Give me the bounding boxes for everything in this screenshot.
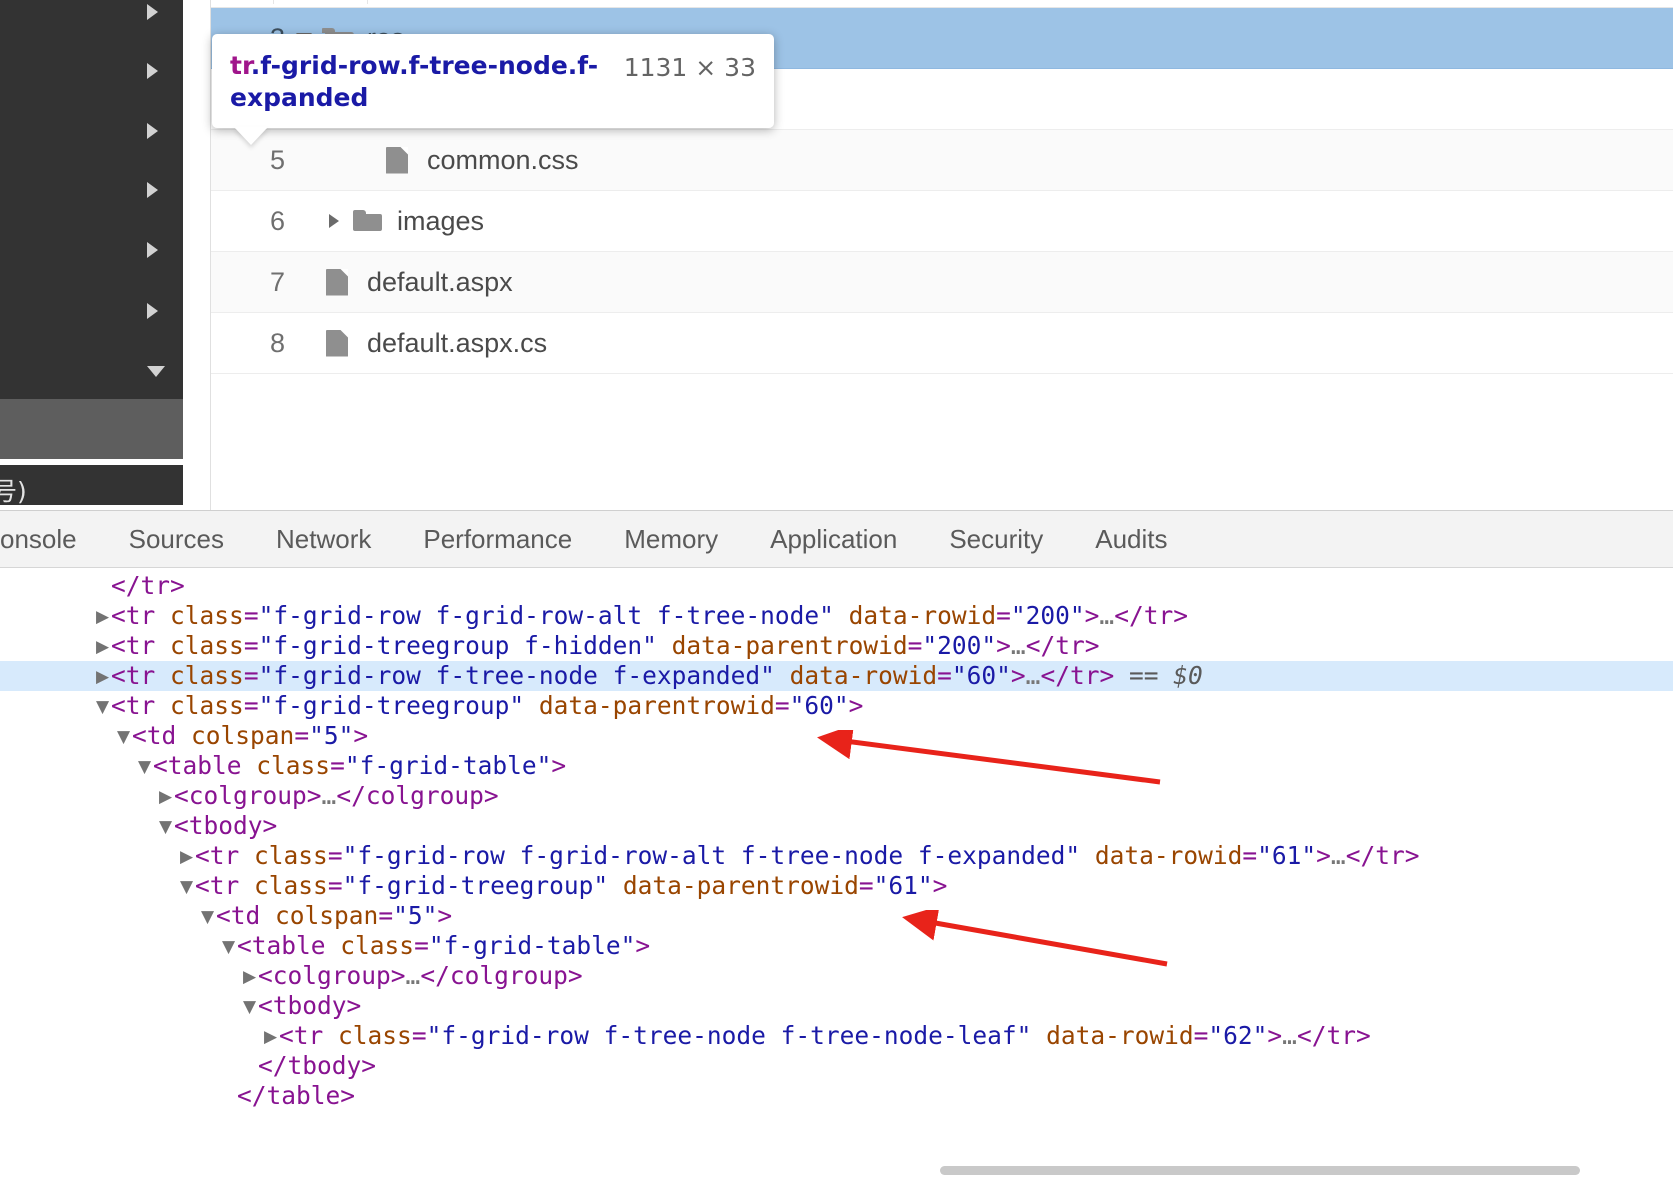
dom-line-twisty[interactable]: ▶ [94,632,111,662]
dom-tree-line[interactable]: </tr> [0,571,1673,601]
sidebar-collapse-arrow-1[interactable] [147,4,169,26]
table-row[interactable]: 6 images [211,191,1673,252]
row-label: images [397,205,485,236]
table-row[interactable]: 8 default.aspx.cs [211,313,1673,374]
sidebar-highlight-band [0,399,183,459]
grid-partial-cell [273,0,368,4]
file-icon [319,265,355,299]
dom-line-twisty[interactable]: ▼ [157,812,174,842]
dom-tree-line[interactable]: ▼<table class="f-grid-table"> [0,751,1673,781]
chevron-right-icon [147,123,158,139]
dom-line-twisty[interactable]: ▶ [94,602,111,632]
tab-performance[interactable]: Performance [397,511,598,568]
chevron-right-icon [329,214,339,228]
dom-tree-line[interactable]: ▶<tr class="f-grid-row f-tree-node f-tre… [0,1021,1673,1051]
devtools-tab-bar: onsole Sources Network Performance Memor… [0,511,1673,568]
dom-line-twisty[interactable]: ▼ [241,992,258,1022]
dom-line-twisty[interactable]: ▶ [241,962,258,992]
tab-console[interactable]: onsole [0,511,103,568]
grid-top-partial-row [211,0,1673,8]
row-number: 8 [269,327,285,358]
dom-line-twisty[interactable]: ▼ [199,902,216,932]
sidebar-collapse-arrow-2[interactable] [147,63,169,85]
dom-line-twisty[interactable] [220,1082,237,1112]
tab-security[interactable]: Security [923,511,1069,568]
left-dark-sidebar [0,0,183,399]
dom-line-twisty[interactable]: ▼ [94,692,111,722]
tab-sources[interactable]: Sources [103,511,250,568]
dom-line-twisty[interactable]: ▶ [262,1022,279,1052]
dom-tree-line[interactable]: ▶<tr class="f-grid-row f-grid-row-alt f-… [0,841,1673,871]
dom-tree-line[interactable]: </table> [0,1081,1673,1111]
horizontal-scrollbar[interactable] [940,1166,1580,1175]
inspector-tagname: tr [230,51,251,80]
inspector-classes: .f-grid-row.f-tree-node.f-expanded [230,51,599,112]
chevron-down-icon [147,366,165,377]
dom-tree-line[interactable]: ▶<tr class="f-grid-row f-tree-node f-exp… [0,661,1673,691]
dom-tree-viewer[interactable]: </tr> ▶<tr class="f-grid-row f-grid-row-a… [0,569,1673,1177]
row-number: 7 [269,266,285,297]
element-inspector-tooltip: tr.f-grid-row.f-tree-node.f-expanded 113… [212,34,774,145]
sidebar-footer-text: 号) [0,477,27,506]
chevron-right-icon [147,242,158,258]
dom-tree-line[interactable]: ▶<tr class="f-grid-treegroup f-hidden" d… [0,631,1673,661]
table-row[interactable]: 5 common.css [211,130,1673,191]
chevron-right-icon [147,63,158,79]
dom-line-twisty[interactable]: ▶ [178,842,195,872]
dom-tree-line[interactable]: </tbody> [0,1051,1673,1081]
sidebar-footer [0,465,183,505]
dom-tree-line[interactable]: ▼<td colspan="5"> [0,721,1673,751]
dom-tree-line[interactable]: ▼<td colspan="5"> [0,901,1673,931]
sidebar-collapse-arrow-4[interactable] [147,182,169,204]
dom-line-twisty[interactable]: ▼ [220,932,237,962]
dom-line-twisty[interactable] [94,572,111,602]
dom-tree-line[interactable]: ▼<table class="f-grid-table"> [0,931,1673,961]
chevron-right-icon [147,4,158,20]
file-icon [319,326,355,360]
screenshot-root: 号) 3 res 4 css 5 [0,0,1673,1177]
dom-line-twisty[interactable]: ▼ [136,752,153,782]
chevron-right-icon [147,303,158,319]
tab-memory[interactable]: Memory [598,511,744,568]
row-number: 5 [269,144,285,175]
sidebar-collapse-arrow-3[interactable] [147,123,169,145]
dom-tree-line[interactable]: ▼<tr class="f-grid-treegroup" data-paren… [0,871,1673,901]
tab-audits[interactable]: Audits [1069,511,1193,568]
tooltip-pointer [234,127,268,145]
dom-tree-line[interactable]: ▼<tbody> [0,811,1673,841]
dom-tree-line[interactable]: ▶<colgroup>…</colgroup> [0,961,1673,991]
sidebar-collapse-arrow-7[interactable] [147,366,169,388]
dom-line-twisty[interactable]: ▼ [178,872,195,902]
dom-line-twisty[interactable] [241,1052,258,1082]
inspector-dimensions: 1131 × 33 [623,53,756,82]
table-row[interactable]: 7 default.aspx [211,252,1673,313]
tab-application[interactable]: Application [744,511,923,568]
sidebar-collapse-arrow-6[interactable] [147,303,169,325]
dom-line-twisty[interactable]: ▶ [157,782,174,812]
row-twisty-toggle[interactable] [319,214,349,228]
row-number: 6 [269,205,285,236]
dom-tree-line[interactable]: ▶<tr class="f-grid-row f-grid-row-alt f-… [0,601,1673,631]
dom-line-twisty[interactable]: ▼ [115,722,132,752]
row-label: default.aspx.cs [367,327,548,358]
dom-line-twisty[interactable]: ▶ [94,662,111,692]
dom-tree-line[interactable]: ▶<colgroup>…</colgroup> [0,781,1673,811]
file-icon [379,143,415,177]
chevron-right-icon [147,182,158,198]
dom-tree-line[interactable]: ▼<tbody> [0,991,1673,1021]
devtools-panel: onsole Sources Network Performance Memor… [0,510,1673,1177]
row-label: common.css [427,144,579,175]
row-label: default.aspx [367,266,513,297]
tab-network[interactable]: Network [250,511,397,568]
dom-tree-line[interactable]: ▼<tr class="f-grid-treegroup" data-paren… [0,691,1673,721]
inspector-selector: tr.f-grid-row.f-tree-node.f-expanded [230,50,610,114]
sidebar-collapse-arrow-5[interactable] [147,242,169,264]
folder-icon [349,204,385,238]
